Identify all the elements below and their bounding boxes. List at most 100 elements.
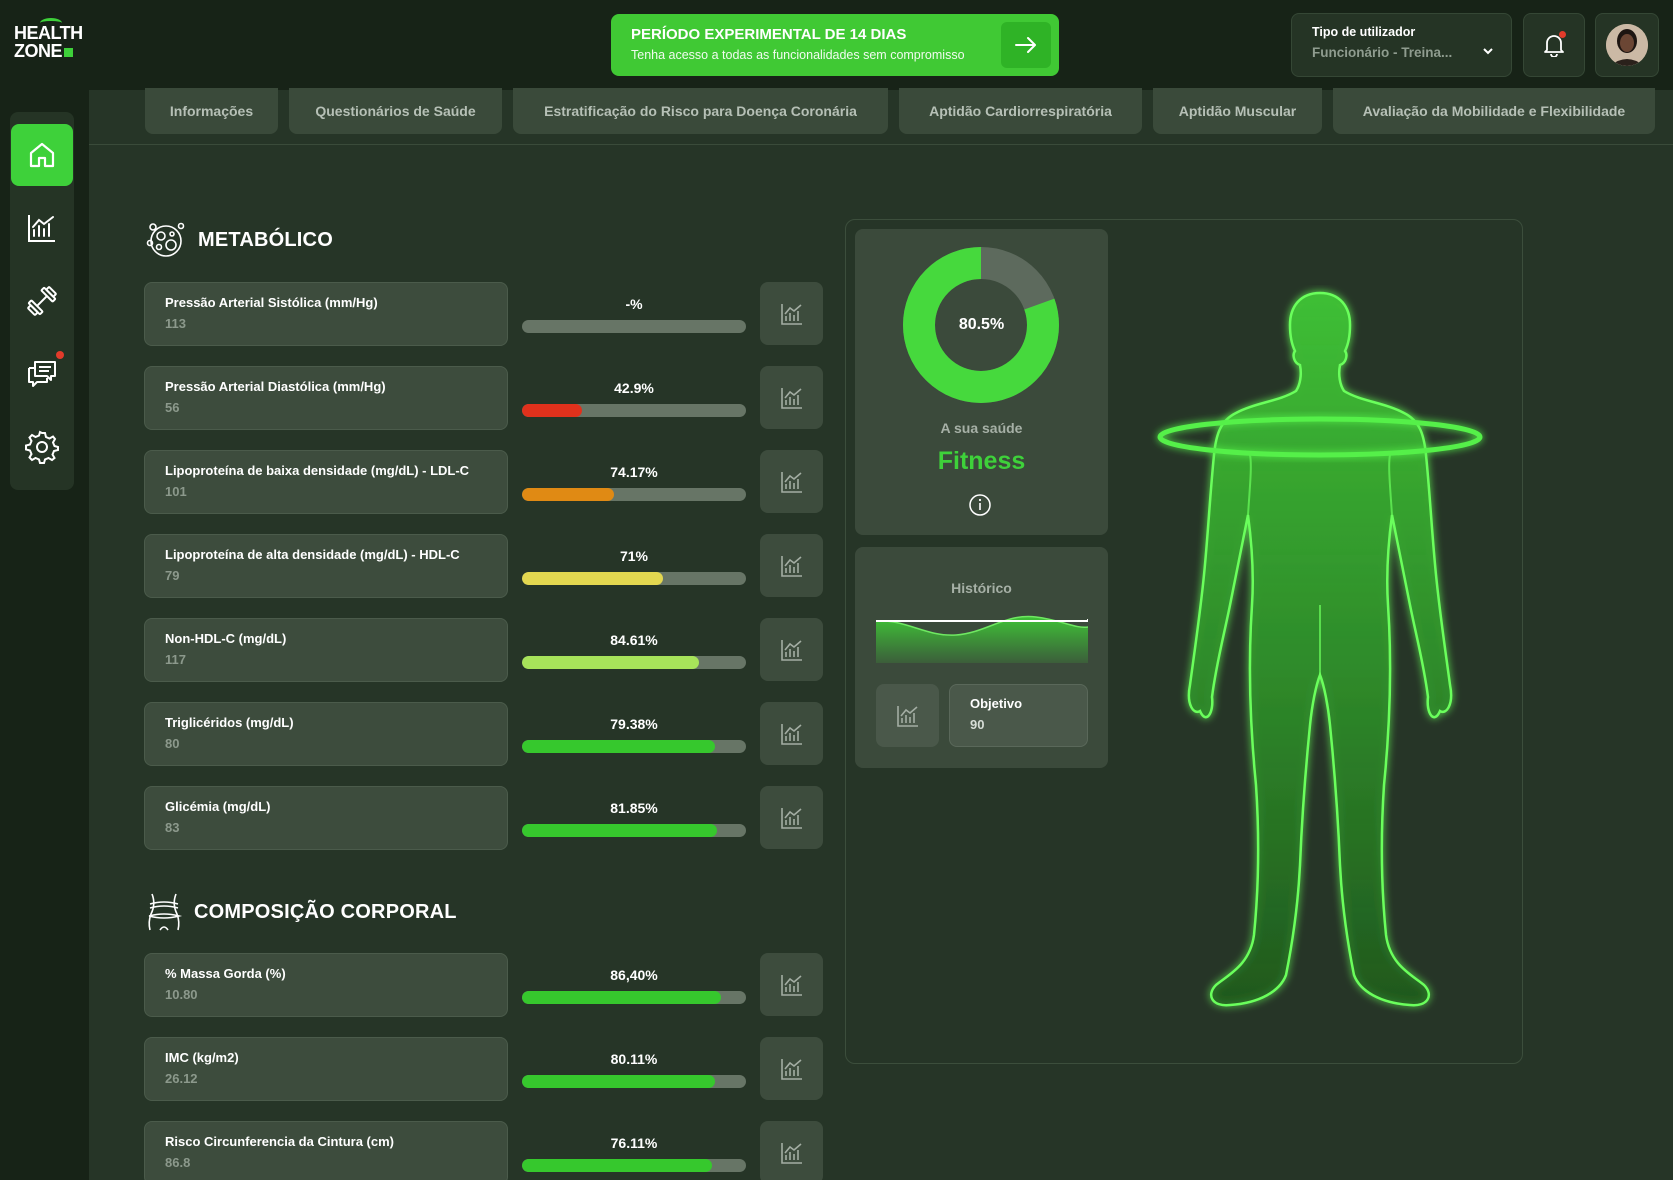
tab-estratificacao-risco[interactable]: Estratificação do Risco para Doença Coro… (513, 88, 888, 134)
tab-aptidao-cardiorrespiratoria[interactable]: Aptidão Cardiorrespiratória (899, 88, 1142, 134)
metric-progress-bar (522, 740, 746, 753)
body-silhouette (1157, 291, 1483, 1007)
sidebar-item-home[interactable] (10, 118, 74, 191)
history-chart-button[interactable] (876, 684, 939, 747)
profile-button[interactable] (1595, 13, 1659, 77)
dumbbell-icon (27, 285, 57, 316)
history-title: Histórico (951, 580, 1012, 596)
metric-chart-button[interactable] (760, 618, 823, 681)
logo[interactable]: HEALTH ZONE (14, 18, 84, 68)
sidebar-item-statistics[interactable] (10, 191, 74, 264)
history-card: Histórico Objetivo 90 (855, 547, 1108, 768)
info-icon[interactable] (968, 493, 992, 517)
chart-icon (780, 639, 802, 661)
chart-icon (780, 974, 802, 996)
metric-value: 86.8 (165, 1155, 191, 1170)
metric-percent: 80.11% (610, 1051, 658, 1067)
waist-icon (148, 893, 183, 931)
metric-label: % Massa Gorda (%) (165, 966, 286, 981)
section-title-body-composition-text: COMPOSIÇÃO CORPORAL (194, 900, 457, 923)
tab-aptidao-muscular[interactable]: Aptidão Muscular (1153, 88, 1322, 134)
logo-line-2: ZONE (14, 41, 63, 61)
metric-chart-button[interactable] (760, 366, 823, 429)
metric-chart-button[interactable] (760, 786, 823, 849)
metric-percent: 42.9% (614, 380, 654, 396)
metric-chart-button[interactable] (760, 702, 823, 765)
history-sparkline (876, 615, 1088, 663)
chart-icon (896, 705, 918, 727)
metric-chart-button[interactable] (760, 1037, 823, 1100)
trial-arrow-button[interactable] (1001, 22, 1051, 68)
metric-card[interactable]: Non-HDL-C (mg/dL) 117 (144, 618, 508, 682)
sidebar-item-messages[interactable] (10, 337, 74, 410)
metric-label: Lipoproteína de baixa densidade (mg/dL) … (165, 463, 470, 478)
chart-icon (780, 807, 802, 829)
metric-progress-bar (522, 404, 746, 417)
metric-card[interactable]: Lipoproteína de alta densidade (mg/dL) -… (144, 534, 508, 598)
metric-chart-button[interactable] (760, 534, 823, 597)
metric-percent: 81.85% (610, 800, 658, 816)
metric-percent: -% (625, 296, 643, 312)
metric-card[interactable]: Pressão Arterial Diastólica (mm/Hg) 56 (144, 366, 508, 430)
metric-progress-bar (522, 656, 746, 669)
metric-progress-bar (522, 1159, 746, 1172)
gear-icon (25, 430, 59, 464)
user-type-select[interactable]: Tipo de utilizador Funcionário - Treina.… (1291, 13, 1512, 77)
section-title-metabolic-text: METABÓLICO (198, 228, 333, 251)
sidebar-item-settings[interactable] (10, 410, 74, 483)
goal-box: Objetivo 90 (949, 684, 1088, 747)
tab-informacoes[interactable]: Informações (145, 88, 278, 134)
chart-icon (780, 471, 802, 493)
health-score-card: 80.5% A sua saúde Fitness (855, 229, 1108, 535)
tab-mobilidade-flexibilidade[interactable]: Avaliação da Mobilidade e Flexibilidade (1333, 88, 1655, 134)
notifications-button[interactable] (1523, 13, 1585, 77)
goal-value: 90 (970, 717, 985, 732)
metric-progress-bar (522, 572, 746, 585)
metric-chart-button[interactable] (760, 953, 823, 1016)
metric-label: Pressão Arterial Diastólica (mm/Hg) (165, 379, 386, 394)
metric-value: 10.80 (165, 987, 198, 1002)
metric-percent: 71% (619, 548, 649, 564)
metric-label: Lipoproteína de alta densidade (mg/dL) -… (165, 547, 460, 562)
section-title-metabolic: METABÓLICO (144, 218, 333, 262)
metric-value: 80 (165, 736, 180, 751)
metric-progress-fill (522, 488, 614, 501)
metric-chart-button[interactable] (760, 450, 823, 513)
metric-card[interactable]: Triglicéridos (mg/dL) 80 (144, 702, 508, 766)
metric-value: 101 (165, 484, 187, 499)
metric-percent: 86,40% (610, 967, 658, 983)
metric-percent: 76.11% (610, 1135, 658, 1151)
metric-percent: 74.17% (610, 464, 658, 480)
chart-icon (780, 555, 802, 577)
chat-icon (28, 360, 56, 387)
metric-value: 26.12 (165, 1071, 198, 1086)
metric-label: IMC (kg/m2) (165, 1050, 239, 1065)
metric-card[interactable]: Risco Circunferencia da Cintura (cm) 86.… (144, 1121, 508, 1180)
metric-chart-button[interactable] (760, 1121, 823, 1180)
metric-progress-fill (522, 1159, 713, 1172)
history-area (876, 616, 1088, 663)
metric-card[interactable]: Lipoproteína de baixa densidade (mg/dL) … (144, 450, 508, 514)
health-caption: A sua saúde (940, 420, 1023, 436)
trial-banner[interactable]: PERÍODO EXPERIMENTAL DE 14 DIAS Tenha ac… (611, 14, 1059, 76)
metric-label: Pressão Arterial Sistólica (mm/Hg) (165, 295, 378, 310)
sidebar-item-workouts[interactable] (10, 264, 74, 337)
metric-label: Risco Circunferencia da Cintura (cm) (165, 1134, 394, 1149)
metric-label: Triglicéridos (mg/dL) (165, 715, 294, 730)
chart-icon (780, 1142, 802, 1164)
sidebar (10, 112, 74, 490)
metric-chart-button[interactable] (760, 282, 823, 345)
metric-card[interactable]: IMC (kg/m2) 26.12 (144, 1037, 508, 1101)
metric-value: 56 (165, 400, 180, 415)
chevron-down-icon (1483, 48, 1493, 55)
metric-card[interactable]: % Massa Gorda (%) 10.80 (144, 953, 508, 1017)
tab-questionarios-saude[interactable]: Questionários de Saúde (289, 88, 502, 134)
notification-dot (1559, 31, 1566, 38)
metric-progress-bar (522, 1075, 746, 1088)
user-type-value: Funcionário - Treina... (1312, 45, 1453, 60)
metric-card[interactable]: Glicémia (mg/dL) 83 (144, 786, 508, 850)
metric-card[interactable]: Pressão Arterial Sistólica (mm/Hg) 113 (144, 282, 508, 346)
metric-progress-fill (522, 404, 583, 417)
chart-icon (780, 303, 802, 325)
metric-progress-fill (522, 1075, 715, 1088)
